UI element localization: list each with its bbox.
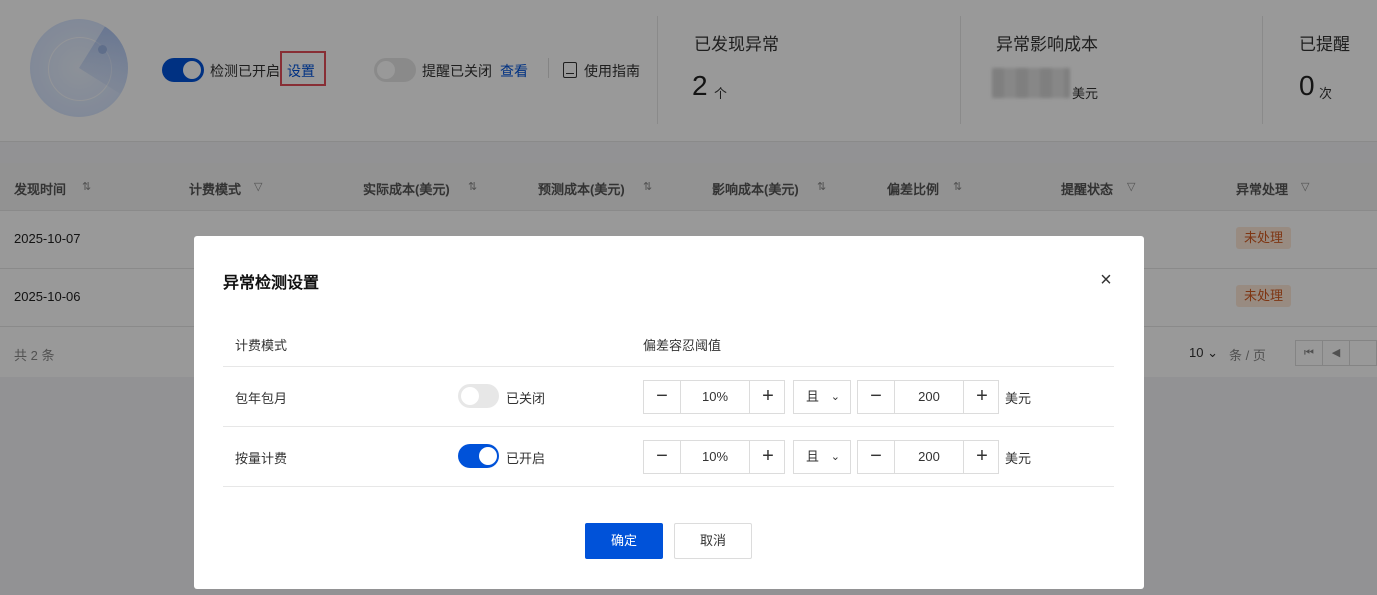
plus-icon[interactable]: + [964, 381, 1000, 413]
column-header-threshold: 偏差容忍阈值 [643, 338, 722, 353]
percent-stepper: − 10% + [643, 440, 785, 474]
row-toggle-state: 已开启 [506, 451, 546, 466]
anomaly-settings-dialog: 异常检测设置 × 计费模式 偏差容忍阈值 包年包月 已关闭 − 10% + 且 ⌄… [194, 236, 1144, 589]
percent-input[interactable]: 10% [680, 441, 750, 473]
column-header-mode: 计费模式 [235, 338, 288, 353]
minus-icon[interactable]: − [644, 441, 680, 473]
cancel-button[interactable]: 取消 [674, 523, 752, 559]
plus-icon[interactable]: + [964, 441, 1000, 473]
settings-row: 包年包月 已关闭 − 10% + 且 ⌄ − 200 + 美元 [223, 367, 1114, 427]
minus-icon[interactable]: − [644, 381, 680, 413]
close-icon[interactable]: × [1098, 270, 1114, 290]
minus-icon[interactable]: − [858, 381, 894, 413]
amount-unit: 美元 [1005, 451, 1032, 466]
row-toggle-state: 已关闭 [506, 391, 546, 406]
logic-select[interactable]: 且 ⌄ [793, 380, 851, 414]
row-toggle[interactable] [458, 444, 499, 468]
logic-value: 且 [806, 389, 820, 404]
row-mode-label: 按量计费 [235, 451, 288, 466]
row-toggle[interactable] [458, 384, 499, 408]
amount-stepper: − 200 + [857, 440, 999, 474]
row-mode-label: 包年包月 [235, 391, 288, 406]
percent-stepper: − 10% + [643, 380, 785, 414]
confirm-button[interactable]: 确定 [585, 523, 663, 559]
dialog-table-header: 计费模式 偏差容忍阈值 [223, 314, 1114, 367]
logic-select[interactable]: 且 ⌄ [793, 440, 851, 474]
amount-input[interactable]: 200 [894, 381, 964, 413]
amount-unit: 美元 [1005, 391, 1032, 406]
plus-icon[interactable]: + [750, 441, 786, 473]
plus-icon[interactable]: + [750, 381, 786, 413]
logic-value: 且 [806, 449, 820, 464]
settings-row: 按量计费 已开启 − 10% + 且 ⌄ − 200 + 美元 [223, 427, 1114, 487]
percent-input[interactable]: 10% [680, 381, 750, 413]
dialog-title: 异常检测设置 [223, 275, 320, 292]
chevron-down-icon: ⌄ [830, 391, 840, 403]
minus-icon[interactable]: − [858, 441, 894, 473]
amount-input[interactable]: 200 [894, 441, 964, 473]
amount-stepper: − 200 + [857, 380, 999, 414]
chevron-down-icon: ⌄ [830, 451, 840, 463]
